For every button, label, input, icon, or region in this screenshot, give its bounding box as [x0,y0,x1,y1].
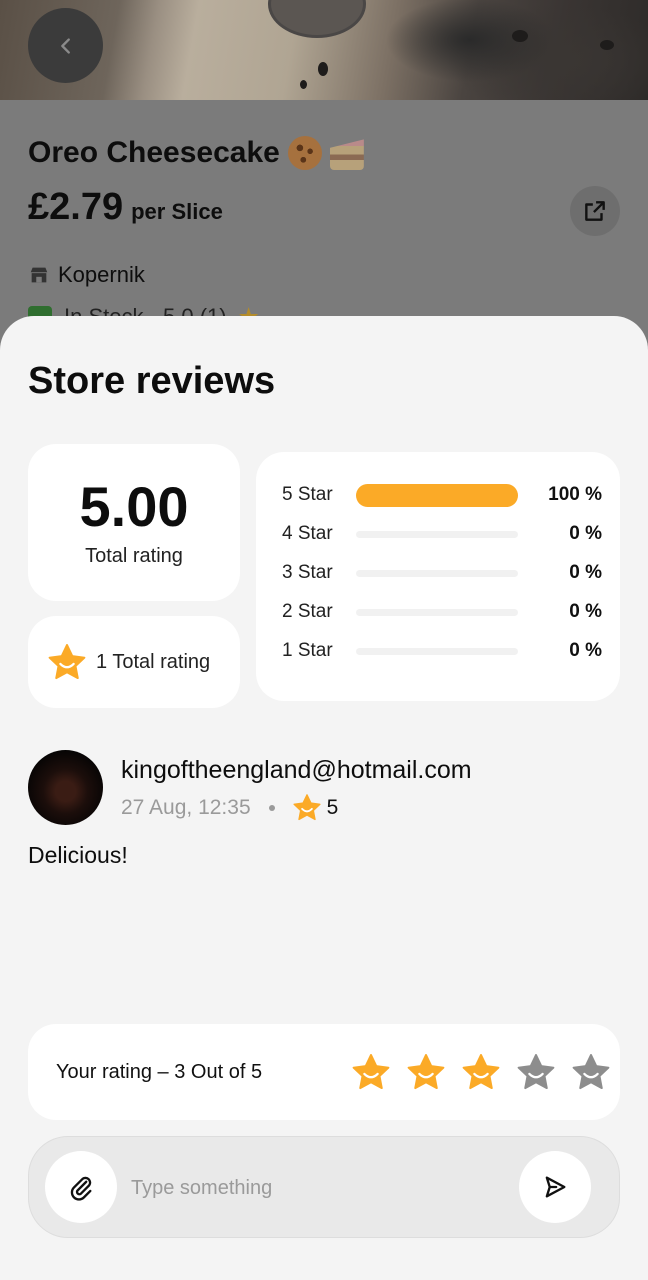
distribution-track [356,647,518,655]
product-title: Oreo Cheesecake [28,136,364,170]
distribution-percent: 100 % [548,484,602,505]
rating-count-label: 1 Total rating [96,650,211,673]
distribution-row: 2 Star 0 % [282,599,602,625]
distribution-percent: 0 % [569,601,602,622]
distribution-row: 3 Star 0 % [282,560,602,586]
message-input[interactable] [131,1167,511,1209]
distribution-label: 5 Star [282,484,333,505]
external-link-icon [585,201,605,221]
distribution-fill [356,483,518,507]
review-rating: 5 [293,794,339,821]
distribution-label: 2 Star [282,601,333,622]
store-reviews-sheet: Store reviews 5.00 Total rating 1 Total … [0,316,648,1280]
distribution-percent: 0 % [569,523,602,544]
price-unit: per Slice [131,199,223,224]
hero-crumb [600,40,614,50]
distribution-row: 4 Star 0 % [282,521,602,547]
rating-distribution-card: 5 Star 100 % 4 Star 0 % 3 Star 0 % 2 Sta… [256,452,620,701]
message-composer [28,1136,620,1238]
hero-plate [268,0,366,38]
paperclip-icon [70,1176,92,1201]
hero-crumb [318,62,328,76]
send-icon [545,1176,566,1198]
total-rating-card: 5.00 Total rating [28,444,240,601]
rating-count-card: 1 Total rating [28,616,240,708]
review-rating-value: 5 [326,795,339,819]
store-icon [30,267,48,283]
sheet-title: Store reviews [28,360,276,402]
reviewer-avatar[interactable] [28,750,103,825]
total-rating-value: 5.00 [79,475,189,538]
reviewer-email: kingoftheengland@hotmail.com [121,756,472,784]
share-button[interactable] [570,186,620,236]
distribution-label: 4 Star [282,523,333,544]
star-icon [293,794,321,821]
distribution-row: 5 Star 100 % [282,482,602,508]
attach-button[interactable] [45,1151,117,1223]
your-rating-stars [352,1054,610,1090]
star-icon [48,644,86,680]
your-rating-card: Your rating – 3 Out of 5 [28,1024,620,1120]
back-button[interactable] [28,8,103,83]
rating-star-3[interactable] [462,1054,500,1090]
distribution-label: 3 Star [282,562,333,583]
rating-star-5[interactable] [572,1054,610,1090]
price-amount: £2.79 [28,186,124,228]
store-name: Kopernik [58,262,145,287]
hero-crumb [512,30,528,42]
distribution-track [356,483,518,507]
separator-dot [268,804,275,811]
store-link[interactable]: Kopernik [28,262,145,288]
rating-star-1[interactable] [352,1054,390,1090]
cookie-icon [287,136,322,170]
distribution-percent: 0 % [569,562,602,583]
distribution-track [356,530,518,538]
total-rating-label: Total rating [85,545,183,567]
distribution-percent: 0 % [569,640,602,661]
distribution-track [356,608,518,616]
review-meta: 27 Aug, 12:35 5 [121,794,338,821]
chevron-left-icon [60,37,70,54]
hero-crumb [300,80,307,89]
review-date: 27 Aug, 12:35 [121,795,251,819]
product-name: Oreo Cheesecake [28,136,280,169]
product-hero-image [0,0,648,100]
product-price: £2.79 per Slice [28,186,223,229]
rating-star-4[interactable] [517,1054,555,1090]
rating-star-2[interactable] [407,1054,445,1090]
your-rating-label: Your rating – 3 Out of 5 [56,1060,263,1083]
send-button[interactable] [519,1151,591,1223]
distribution-row: 1 Star 0 % [282,638,602,664]
review-text: Delicious! [28,842,128,868]
distribution-label: 1 Star [282,640,333,661]
distribution-track [356,569,518,577]
cake-icon [329,139,364,170]
